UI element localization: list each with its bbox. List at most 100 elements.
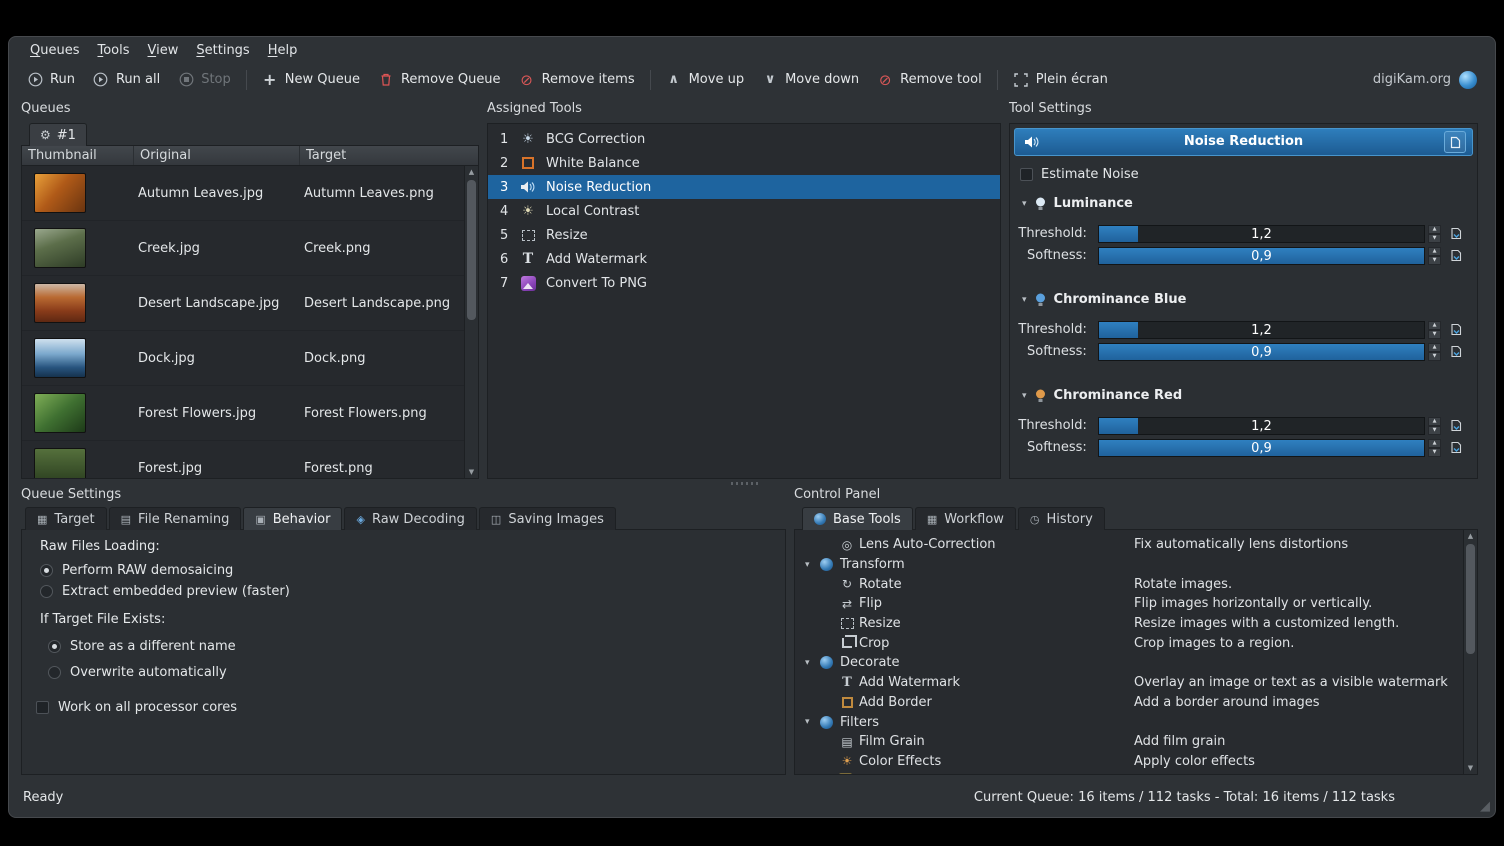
scroll-up-icon[interactable]: ▲ xyxy=(465,166,478,178)
column-header-original[interactable]: Original xyxy=(134,146,300,165)
collapse-arrow-icon[interactable]: ▾ xyxy=(1022,199,1027,209)
scroll-down-icon[interactable]: ▼ xyxy=(465,466,478,478)
threshold-spinner[interactable]: ▲▼ xyxy=(1428,225,1441,243)
tool-row-lens-auto-correction[interactable]: ◎ Lens Auto-Correction Fix automatically… xyxy=(795,535,1463,555)
expand-arrow-icon[interactable]: ▾ xyxy=(805,717,810,727)
expand-arrow-icon[interactable]: ▾ xyxy=(805,658,810,668)
new-queue-button[interactable]: + New Queue xyxy=(254,67,368,93)
queue-row-autumn-leaves[interactable]: Autumn Leaves.jpg Autumn Leaves.png xyxy=(22,166,464,221)
luminance-section-header[interactable]: ▾ Luminance xyxy=(1022,196,1133,211)
queue-row-forest-flowers[interactable]: Forest Flowers.jpg Forest Flowers.png xyxy=(22,386,464,441)
reset-button[interactable] xyxy=(1447,225,1465,243)
estimate-noise-option[interactable]: Estimate Noise xyxy=(1020,167,1139,182)
expand-arrow-icon[interactable]: ▾ xyxy=(805,560,810,570)
spin-down-icon[interactable]: ▼ xyxy=(1428,234,1441,243)
tool-row-resize[interactable]: Resize Resize images with a customized l… xyxy=(795,614,1463,634)
menu-tools[interactable]: Tools xyxy=(88,39,138,62)
radio-selected[interactable] xyxy=(40,564,53,577)
collapse-arrow-icon[interactable]: ▾ xyxy=(1022,295,1027,305)
radio-selected[interactable] xyxy=(48,640,61,653)
scrollbar-thumb[interactable] xyxy=(467,180,476,320)
queue-row-dock[interactable]: Dock.jpg Dock.png xyxy=(22,331,464,386)
tool-row-add-watermark[interactable]: T Add Watermark Overlay an image or text… xyxy=(795,673,1463,693)
spin-up-icon[interactable]: ▲ xyxy=(1428,439,1441,448)
tab-behavior-active[interactable]: ▣Behavior xyxy=(243,507,342,530)
run-all-button[interactable]: Run all xyxy=(85,67,168,93)
group-row-decorate[interactable]: ▾ Decorate xyxy=(795,653,1463,673)
tool-row-add-border[interactable]: Add Border Add a border around images xyxy=(795,693,1463,713)
menu-queues[interactable]: Queues xyxy=(21,39,88,62)
spin-down-icon[interactable]: ▼ xyxy=(1428,426,1441,435)
control-panel-scrollbar[interactable]: ▲ ▼ xyxy=(1463,530,1477,774)
tab-saving-images[interactable]: ◫Saving Images xyxy=(479,507,616,530)
cores-checkbox[interactable] xyxy=(36,701,49,714)
scroll-down-icon[interactable]: ▼ xyxy=(1464,762,1477,774)
reset-button[interactable] xyxy=(1447,247,1465,265)
tool-row-add-watermark[interactable]: 6 T Add Watermark xyxy=(488,247,1000,271)
tool-row-film-grain[interactable]: ▤ Film Grain Add film grain xyxy=(795,732,1463,752)
tool-row-crop[interactable]: Crop Crop images to a region. xyxy=(795,633,1463,653)
tool-row-resize[interactable]: 5 Resize xyxy=(488,223,1000,247)
reset-button[interactable] xyxy=(1447,417,1465,435)
threshold-spinner[interactable]: ▲▼ xyxy=(1428,417,1441,435)
spin-down-icon[interactable]: ▼ xyxy=(1428,256,1441,265)
scroll-up-icon[interactable]: ▲ xyxy=(1464,530,1477,542)
option-store-as-different-name[interactable]: Store as a different name xyxy=(48,639,236,654)
menu-help[interactable]: Help xyxy=(259,39,307,62)
tab-target[interactable]: ▦Target xyxy=(25,507,107,530)
chrominance-blue-threshold-slider[interactable]: 1,2 xyxy=(1098,321,1425,339)
chrominance-red-softness-slider[interactable]: 0,9 xyxy=(1098,439,1425,457)
spin-up-icon[interactable]: ▲ xyxy=(1428,247,1441,256)
remove-queue-button[interactable]: Remove Queue xyxy=(370,67,509,93)
chrominance-red-section-header[interactable]: ▾ Chrominance Red xyxy=(1022,388,1182,403)
collapse-arrow-icon[interactable]: ▾ xyxy=(1022,391,1027,401)
move-up-button[interactable]: ∧ Move up xyxy=(658,67,753,93)
chrominance-red-threshold-slider[interactable]: 1,2 xyxy=(1098,417,1425,435)
queues-scrollbar[interactable]: ▲ ▼ xyxy=(464,166,478,478)
option-extract-embedded-preview[interactable]: Extract embedded preview (faster) xyxy=(40,584,290,599)
chrominance-blue-section-header[interactable]: ▾ Chrominance Blue xyxy=(1022,292,1186,307)
tab-workflow[interactable]: ▦Workflow xyxy=(915,507,1016,530)
luminance-softness-slider[interactable]: 0,9 xyxy=(1098,247,1425,265)
tool-row-bcg-correction[interactable]: 1 ☀ BCG Correction xyxy=(488,127,1000,151)
reset-button[interactable] xyxy=(1447,439,1465,457)
stop-button[interactable]: Stop xyxy=(170,67,239,93)
tab-history[interactable]: ◷History xyxy=(1018,507,1105,530)
tool-row-color-effects[interactable]: ☀ Color Effects Apply color effects xyxy=(795,752,1463,772)
menu-settings[interactable]: Settings xyxy=(187,39,258,62)
spin-down-icon[interactable]: ▼ xyxy=(1428,330,1441,339)
spin-up-icon[interactable]: ▲ xyxy=(1428,321,1441,330)
column-header-thumbnail[interactable]: Thumbnail xyxy=(22,146,134,165)
menu-view[interactable]: View xyxy=(139,39,188,62)
group-row-filters[interactable]: ▾ Filters xyxy=(795,712,1463,732)
reset-button[interactable] xyxy=(1447,343,1465,361)
estimate-noise-checkbox[interactable] xyxy=(1020,168,1033,181)
tab-raw-decoding[interactable]: ◈Raw Decoding xyxy=(344,507,476,530)
scrollbar-thumb[interactable] xyxy=(1466,544,1475,654)
splitter-grip[interactable] xyxy=(731,482,761,485)
radio-unselected[interactable] xyxy=(40,585,53,598)
queue-tab-1[interactable]: ⚙ #1 xyxy=(29,123,87,146)
resize-grip[interactable]: ◢ xyxy=(1480,799,1490,814)
group-row-transform[interactable]: ▾ Transform xyxy=(795,555,1463,575)
tool-row-white-balance[interactable]: 2 White Balance xyxy=(488,151,1000,175)
tab-file-renaming[interactable]: ▤File Renaming xyxy=(109,507,242,530)
run-button[interactable]: Run xyxy=(19,67,83,93)
option-perform-raw-demosaicing[interactable]: Perform RAW demosaicing xyxy=(40,563,233,578)
luminance-threshold-slider[interactable]: 1,2 xyxy=(1098,225,1425,243)
spin-down-icon[interactable]: ▼ xyxy=(1428,352,1441,361)
queue-row-creek[interactable]: Creek.jpg Creek.png xyxy=(22,221,464,276)
remove-tool-button[interactable]: ⊘ Remove tool xyxy=(869,67,990,93)
tool-row-convert-to-png[interactable]: 7 Convert To PNG xyxy=(488,271,1000,295)
tool-row-local-contrast[interactable]: 4 ☀ Local Contrast xyxy=(488,199,1000,223)
reset-button[interactable] xyxy=(1447,321,1465,339)
threshold-spinner[interactable]: ▲▼ xyxy=(1428,321,1441,339)
spin-up-icon[interactable]: ▲ xyxy=(1428,417,1441,426)
spin-up-icon[interactable]: ▲ xyxy=(1428,225,1441,234)
softness-spinner[interactable]: ▲▼ xyxy=(1428,247,1441,265)
option-work-on-all-processor-cores[interactable]: Work on all processor cores xyxy=(36,700,237,715)
fullscreen-button[interactable]: Plein écran xyxy=(1005,67,1116,93)
tool-row-flip[interactable]: ⇄ Flip Flip images horizontally or verti… xyxy=(795,594,1463,614)
option-overwrite-automatically[interactable]: Overwrite automatically xyxy=(48,665,227,680)
spin-up-icon[interactable]: ▲ xyxy=(1428,343,1441,352)
